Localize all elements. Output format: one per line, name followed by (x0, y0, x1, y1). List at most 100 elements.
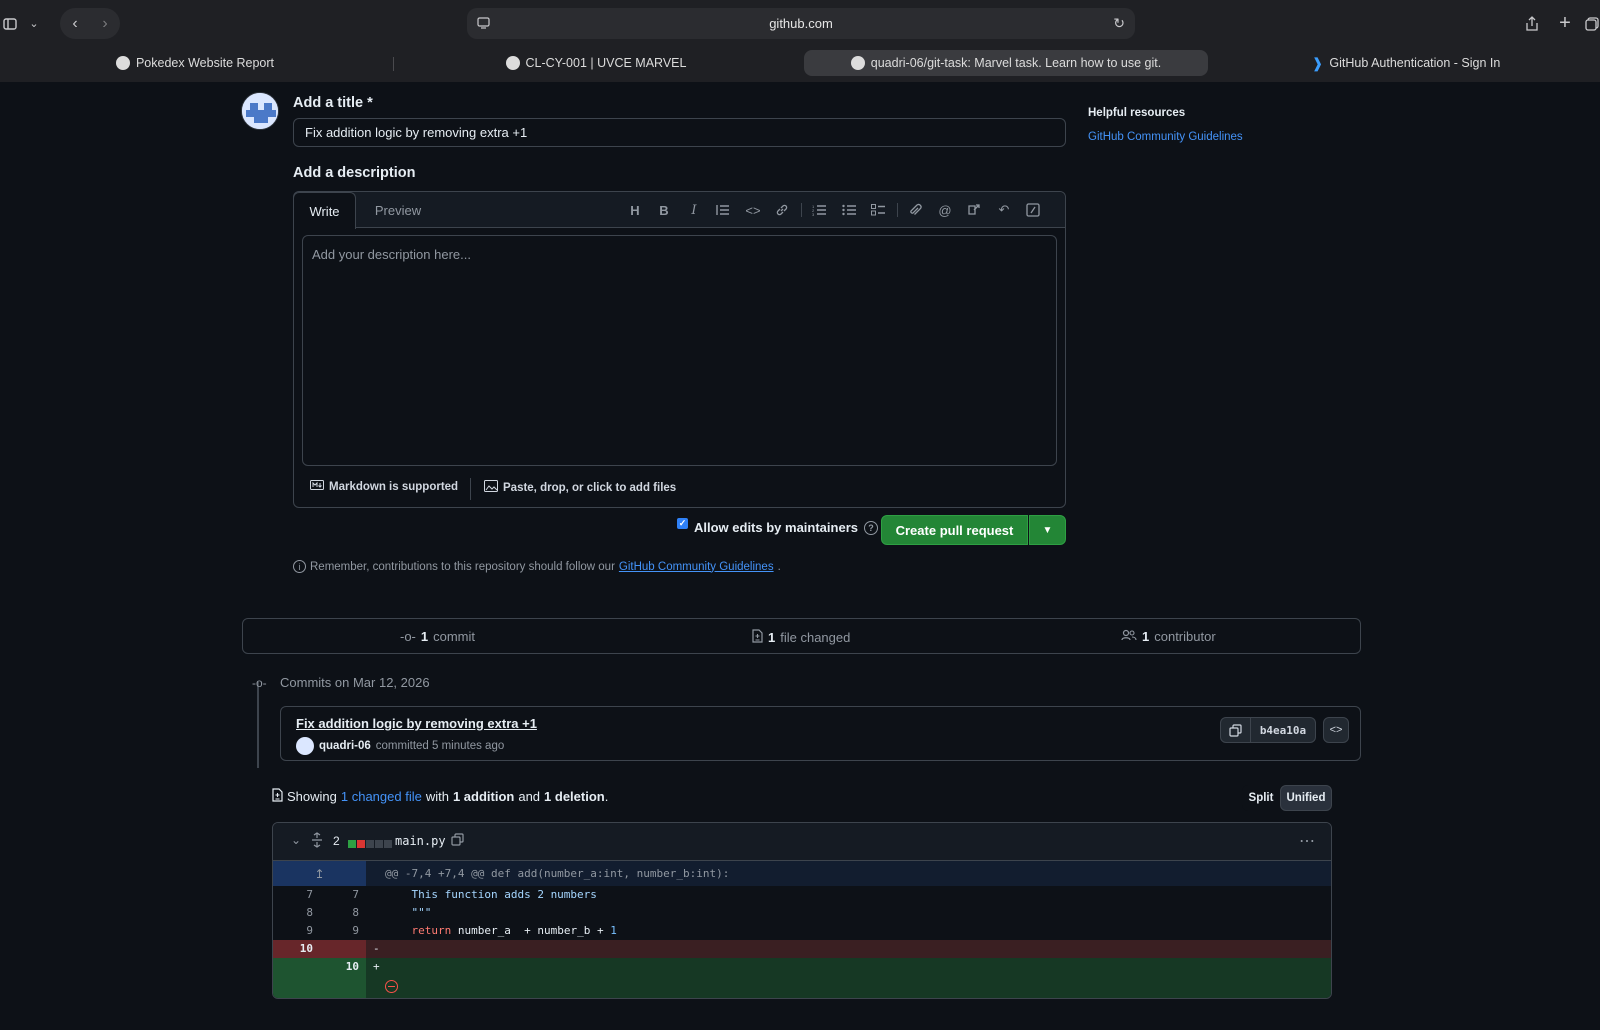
summary-and: and (518, 789, 541, 804)
italic-icon[interactable]: I (685, 201, 703, 219)
old-line-number[interactable]: 10 (273, 942, 313, 955)
more-options-icon[interactable]: ⋯ (1299, 831, 1316, 851)
browser-chrome: ⌄ ‹ › github.com ↻ + Pokedex Website Rep… (0, 0, 1600, 82)
old-line-number[interactable]: 7 (273, 888, 313, 901)
page-settings-icon[interactable] (477, 16, 490, 32)
create-options-dropdown[interactable]: ▼ (1029, 515, 1066, 545)
github-icon (850, 56, 865, 70)
tab-overview-chevron-icon[interactable]: ⌄ (24, 8, 44, 39)
commit-timeline-icon: -o- (252, 676, 267, 690)
copy-path-icon[interactable] (451, 833, 464, 849)
commit-message-link[interactable]: Fix addition logic by removing extra +1 (296, 716, 537, 731)
tab-github-auth[interactable]: ❱ GitHub Authentication - Sign In (1212, 50, 1600, 76)
slash-commands-icon[interactable] (1024, 201, 1042, 219)
svg-text:3: 3 (812, 212, 815, 216)
people-icon (1121, 629, 1137, 644)
tab-pokedex[interactable]: Pokedex Website Report (0, 50, 390, 76)
link-icon[interactable] (773, 201, 791, 219)
attachment-icon[interactable] (906, 201, 924, 219)
changed-files-link[interactable]: 1 changed file (341, 789, 422, 804)
markdown-icon (310, 480, 324, 493)
tab-marvel[interactable]: CL-CY-001 | UVCE MARVEL (398, 50, 794, 76)
allow-edits-label[interactable]: Allow edits by maintainers (694, 520, 858, 535)
help-icon[interactable]: ? (864, 520, 878, 535)
ordered-list-icon[interactable]: 123 (810, 201, 828, 219)
commits-stat[interactable]: -o- 1 commit (400, 629, 475, 644)
community-guidelines-link[interactable]: GitHub Community Guidelines (619, 561, 774, 573)
allow-edits-checkbox[interactable]: ✓ (677, 518, 688, 529)
notice-end: . (777, 560, 781, 573)
tab-write[interactable]: Write (293, 192, 356, 229)
code-icon[interactable]: <> (744, 201, 762, 219)
sidebar-toggle-icon[interactable] (0, 8, 20, 39)
share-icon[interactable] (1522, 8, 1542, 39)
bold-icon[interactable]: B (655, 201, 673, 219)
image-icon (484, 480, 498, 495)
description-label: Add a description (293, 165, 416, 181)
back-icon[interactable]: ‹ (60, 15, 90, 33)
files-count: 1 (768, 630, 776, 645)
deletions-count: 1 deletion (544, 789, 605, 804)
new-line-number[interactable]: 8 (319, 906, 359, 919)
new-line-number[interactable]: 7 (319, 888, 359, 901)
commits-date-heading: Commits on Mar 12, 2026 (280, 675, 430, 690)
pr-stats-bar: -o- 1 commit 1 file changed 1 contributo… (242, 618, 1361, 654)
tab-git-task[interactable]: quadri-06/git-task: Marvel task. Learn h… (804, 50, 1208, 76)
summary-end: . (604, 789, 609, 804)
task-list-icon[interactable] (869, 201, 887, 219)
mention-icon[interactable]: @ (936, 201, 954, 219)
split-view-button[interactable]: Split (1242, 785, 1280, 811)
old-line-number[interactable]: 8 (273, 906, 313, 919)
timeline-line (257, 682, 259, 768)
info-icon: i (293, 560, 306, 573)
editor-footer: Markdown is supported Paste, drop, or cl… (294, 472, 1065, 507)
cross-reference-icon[interactable] (965, 201, 983, 219)
sidebar-guidelines-link[interactable]: GitHub Community Guidelines (1088, 131, 1243, 143)
add-files-button[interactable]: Paste, drop, or click to add files (484, 480, 676, 495)
quote-icon[interactable] (714, 201, 732, 219)
commit-author-link[interactable]: quadri-06 (319, 740, 371, 752)
expand-up-icon[interactable]: ↥ (273, 861, 366, 886)
reload-icon[interactable]: ↻ (1113, 15, 1125, 32)
old-line-number[interactable]: 9 (273, 924, 313, 937)
copy-sha-icon[interactable] (1220, 717, 1251, 743)
deletion-marker: - (373, 942, 380, 955)
contributors-stat[interactable]: 1 contributor (1121, 629, 1216, 644)
file-diff-header: ⌄ 2 main.py ⋯ (273, 823, 1331, 861)
new-line-number[interactable]: 10 (319, 960, 359, 973)
description-textarea[interactable] (302, 235, 1057, 466)
diff-summary: Showing 1 changed file with 1 addition a… (272, 788, 608, 805)
browse-repo-icon[interactable]: <> (1323, 717, 1349, 743)
tab-preview[interactable]: Preview (358, 192, 438, 229)
new-line-number[interactable]: 9 (319, 924, 359, 937)
commit-item: Fix addition logic by removing extra +1 … (280, 706, 1361, 761)
address-bar[interactable]: github.com ↻ (467, 8, 1135, 39)
reply-icon[interactable]: ↶ (995, 201, 1013, 219)
unordered-list-icon[interactable] (840, 201, 858, 219)
heading-icon[interactable]: H (626, 201, 644, 219)
author-avatar[interactable] (296, 737, 314, 755)
commits-count: 1 (420, 629, 429, 644)
diff-filename[interactable]: main.py (395, 834, 446, 848)
tab-divider (393, 57, 394, 71)
expand-all-icon[interactable] (311, 832, 323, 851)
collapse-chevron-icon[interactable]: ⌄ (291, 833, 301, 847)
commit-sha-link[interactable]: b4ea10a (1251, 717, 1316, 743)
unified-view-button[interactable]: Unified (1280, 785, 1332, 811)
file-diff-icon (272, 788, 283, 805)
tabs-overview-icon[interactable] (1584, 8, 1600, 39)
file-diff: ⌄ 2 main.py ⋯ ↥ @@ -7,4 +7,4 @@ def add(… (272, 822, 1332, 999)
markdown-note[interactable]: Markdown is supported (310, 480, 458, 493)
commits-label: commit (433, 629, 476, 644)
diffstat-bar (348, 837, 393, 851)
avatar[interactable] (241, 92, 279, 130)
create-pull-request-button[interactable]: Create pull request (881, 515, 1028, 545)
title-input[interactable] (293, 118, 1066, 147)
forward-icon[interactable]: › (90, 15, 120, 33)
new-tab-icon[interactable]: + (1555, 8, 1575, 39)
code-line: This function adds 2 numbers (385, 888, 597, 901)
toolbar-divider (897, 203, 898, 217)
add-files-label: Paste, drop, or click to add files (503, 481, 677, 494)
files-stat[interactable]: 1 file changed (752, 629, 850, 646)
commit-meta: quadri-06 committed 5 minutes ago (296, 737, 504, 755)
